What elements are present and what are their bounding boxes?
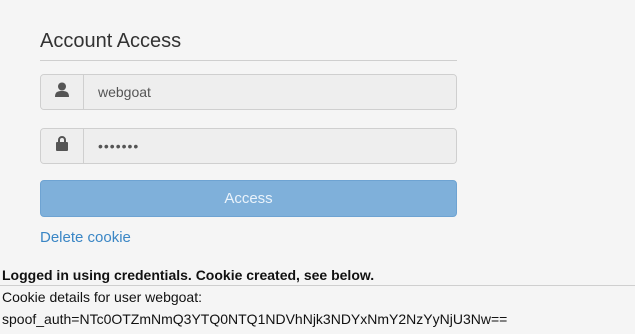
output-panel: Logged in using credentials. Cookie crea…: [0, 265, 635, 330]
cookie-value: spoof_auth=NTc0OTZmNmQ3YTQ0NTQ1NDVhNjk3N…: [2, 311, 508, 327]
password-addon: [41, 129, 84, 163]
username-field[interactable]: webgoat: [84, 75, 456, 109]
username-input-group: webgoat: [40, 74, 457, 110]
login-message: Logged in using credentials. Cookie crea…: [0, 265, 635, 286]
form-title: Account Access: [40, 28, 457, 61]
lock-icon: [56, 136, 68, 156]
password-input-group: •••••••: [40, 128, 457, 164]
access-button[interactable]: Access: [40, 180, 457, 217]
login-form: Account Access webgoat ••••••• Access De…: [40, 28, 457, 247]
cookie-details-label: Cookie details for user webgoat:: [2, 289, 202, 305]
password-field[interactable]: •••••••: [84, 129, 456, 163]
username-addon: [41, 75, 84, 109]
user-icon: [55, 82, 69, 103]
delete-cookie-link[interactable]: Delete cookie: [40, 229, 131, 246]
